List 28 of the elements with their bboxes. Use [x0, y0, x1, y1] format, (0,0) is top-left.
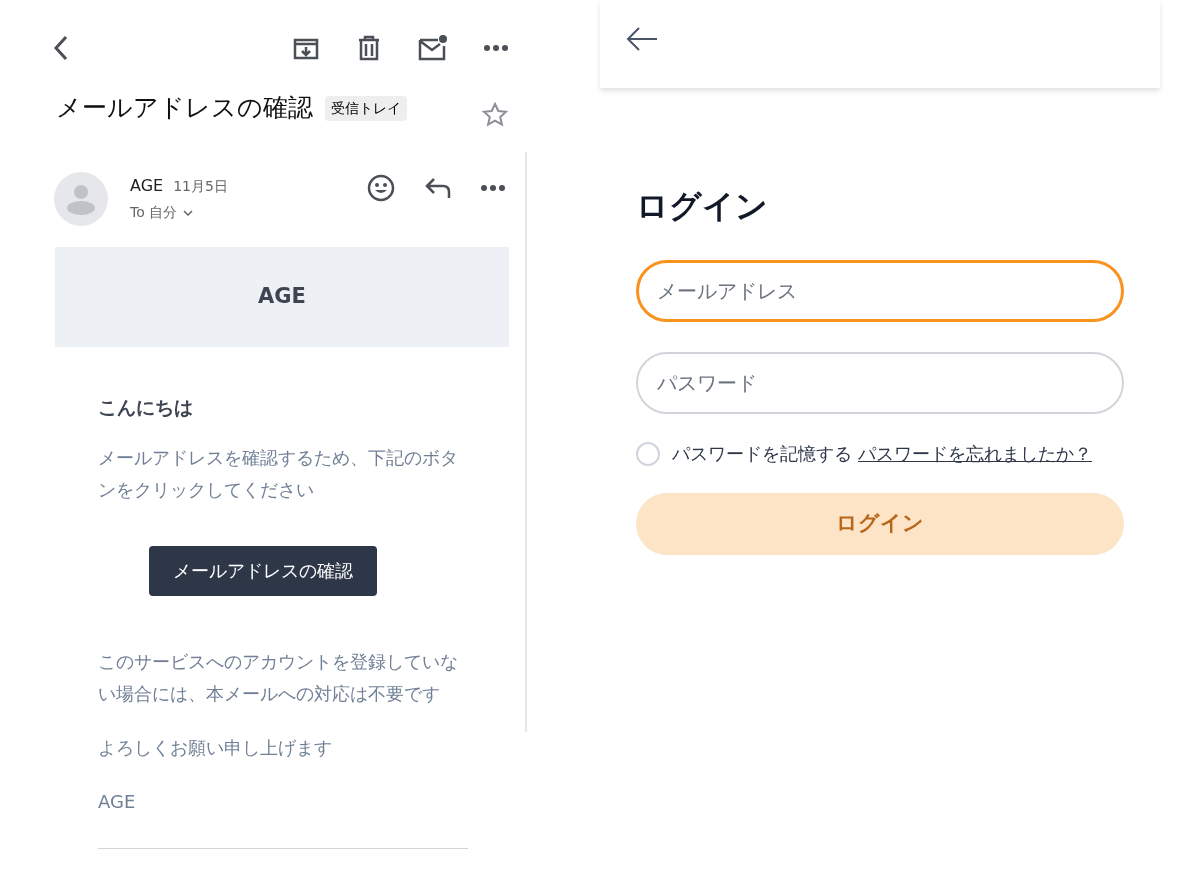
star-icon[interactable]	[482, 102, 508, 128]
emoji-icon[interactable]	[367, 174, 395, 202]
reply-icon[interactable]	[425, 177, 451, 199]
email-paragraph: メールアドレスを確認するため、下記のボタンをクリックしてください	[98, 445, 459, 502]
mail-unread-icon[interactable]	[418, 34, 448, 62]
email-paragraph: よろしくお願い申し上げます	[98, 735, 333, 760]
chevron-down-icon	[183, 209, 194, 216]
email-paragraph: AGE	[98, 789, 137, 814]
email-banner: AGE	[55, 247, 509, 347]
trash-icon[interactable]	[356, 34, 382, 62]
email-field[interactable]: メールアドレス	[636, 260, 1124, 322]
more-icon[interactable]	[481, 184, 505, 192]
recipient-toggle[interactable]: To 自分	[130, 202, 228, 223]
remember-label: パスワードを記憶する	[672, 442, 852, 466]
inbox-label: 受信トレイ	[325, 95, 407, 121]
password-field[interactable]: パスワード	[636, 352, 1124, 414]
confirm-email-button[interactable]: メールアドレスの確認	[148, 545, 377, 596]
login-title: ログイン	[636, 186, 769, 227]
forgot-password-link[interactable]: パスワードを忘れましたか？	[858, 440, 1092, 467]
email-paragraph: このサービスへのアカウントを登録していない場合には、本メールへの対応は不要です	[98, 649, 459, 706]
back-arrow-icon[interactable]	[626, 26, 658, 52]
sender-name: AGE	[130, 175, 164, 197]
email-greeting: こんにちは	[98, 395, 194, 420]
email-date: 11月5日	[173, 177, 228, 196]
remember-checkbox[interactable]	[636, 441, 660, 466]
more-icon[interactable]	[484, 44, 508, 52]
email-subject: メールアドレスの確認	[56, 92, 313, 125]
avatar-icon	[54, 172, 108, 226]
